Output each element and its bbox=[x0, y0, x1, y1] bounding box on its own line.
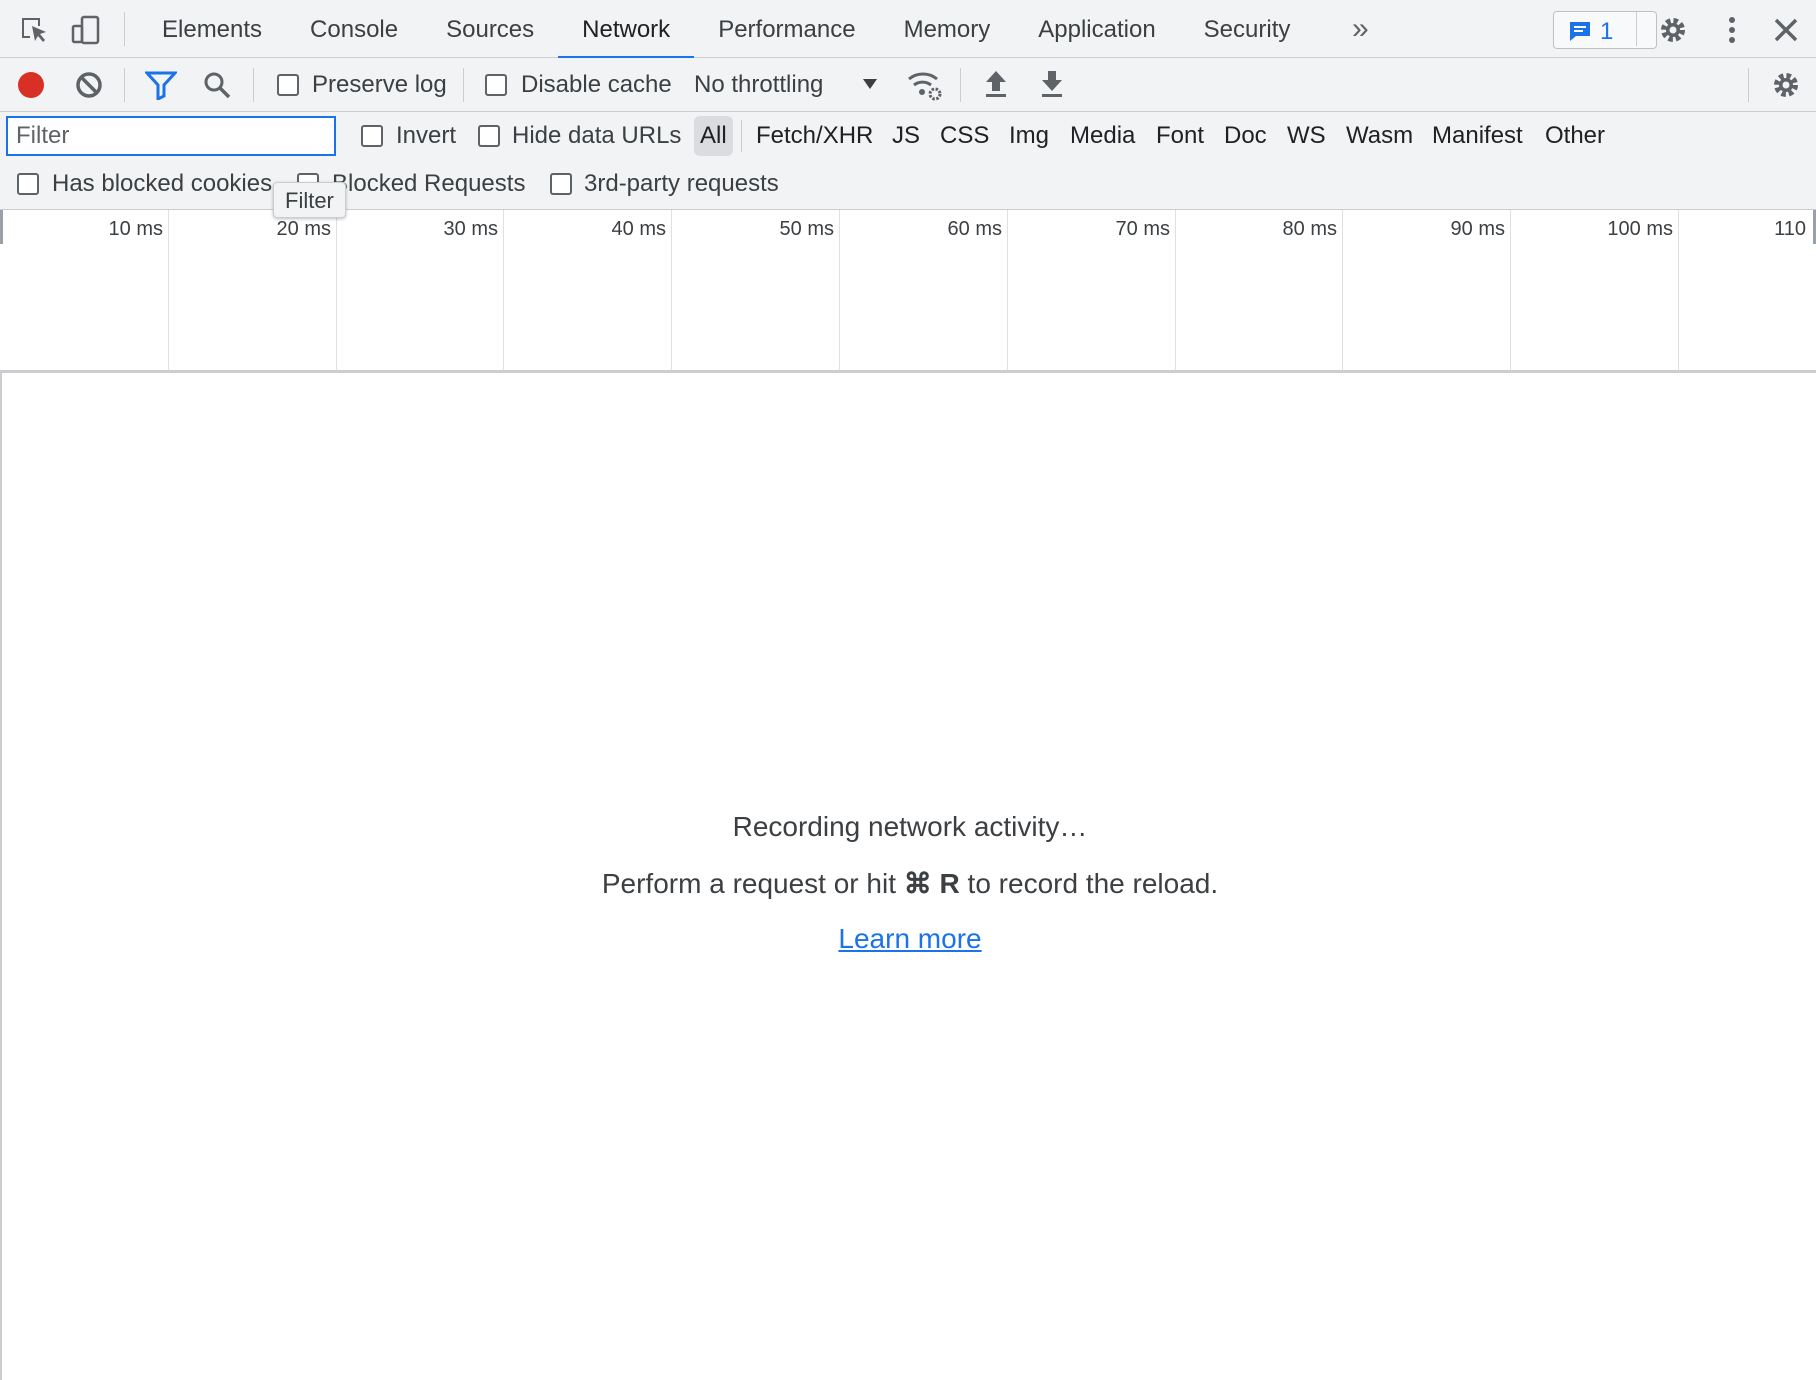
device-toolbar-icon[interactable] bbox=[70, 14, 102, 46]
export-har-download-icon[interactable] bbox=[1039, 69, 1065, 99]
type-filter-manifest[interactable]: Manifest bbox=[1426, 116, 1529, 156]
has-blocked-cookies-label: Has blocked cookies bbox=[52, 170, 273, 197]
timeline-grid-line bbox=[503, 210, 504, 370]
tab-elements[interactable]: Elements bbox=[138, 0, 286, 58]
timeline-grid-line bbox=[839, 210, 840, 370]
timeline-grid-line bbox=[671, 210, 672, 370]
settings-gear-icon[interactable] bbox=[1657, 14, 1689, 46]
tab-application[interactable]: Application bbox=[1014, 0, 1179, 58]
inspect-element-icon[interactable] bbox=[18, 14, 50, 46]
empty-state-hint: Perform a request or hit ⌘ R to record t… bbox=[2, 867, 1816, 900]
timeline-grid-line bbox=[1175, 210, 1176, 370]
timeline-grid-line bbox=[168, 210, 169, 370]
timeline-tick-label: 100 ms bbox=[1607, 218, 1673, 240]
preserve-log-label: Preserve log bbox=[312, 71, 447, 98]
timeline-tick-label: 60 ms bbox=[947, 218, 1002, 240]
timeline-grid-line bbox=[1510, 210, 1511, 370]
network-toolbar: Preserve log Disable cache No throttling bbox=[0, 58, 1816, 112]
third-party-requests-checkbox[interactable] bbox=[550, 173, 572, 195]
timeline-tick-label: 80 ms bbox=[1282, 218, 1337, 240]
divider bbox=[124, 12, 125, 46]
more-tabs-icon[interactable]: » bbox=[1352, 14, 1369, 44]
reload-shortcut: ⌘ R bbox=[903, 868, 960, 899]
timeline-tick-label: 40 ms bbox=[611, 218, 666, 240]
clear-icon[interactable] bbox=[74, 70, 104, 100]
timeline-tick-label: 30 ms bbox=[443, 218, 498, 240]
timeline-tick-label: 110 bbox=[1774, 218, 1806, 240]
issues-count: 1 bbox=[1600, 18, 1614, 45]
divider bbox=[741, 120, 742, 152]
issues-button[interactable]: 1 bbox=[1553, 11, 1657, 49]
devtools-tabbar: Elements Console Sources Network Perform… bbox=[0, 0, 1816, 59]
filter-input[interactable] bbox=[6, 116, 336, 156]
network-conditions-icon[interactable] bbox=[906, 68, 942, 102]
timeline-grid-line bbox=[1678, 210, 1679, 370]
invert-label: Invert bbox=[396, 122, 457, 149]
timeline-tick-label: 70 ms bbox=[1115, 218, 1170, 240]
type-filter-js[interactable]: JS bbox=[886, 116, 926, 156]
close-icon[interactable] bbox=[1770, 14, 1802, 46]
panel-tabs: Elements Console Sources Network Perform… bbox=[138, 0, 1315, 59]
hide-data-urls-checkbox[interactable] bbox=[478, 125, 500, 147]
tab-performance[interactable]: Performance bbox=[694, 0, 879, 58]
more-options-icon[interactable] bbox=[1716, 14, 1748, 46]
overview-left-handle[interactable] bbox=[0, 210, 3, 244]
divider bbox=[960, 68, 961, 102]
type-filter-fetch-xhr[interactable]: Fetch/XHR bbox=[750, 116, 879, 156]
throttling-select[interactable]: No throttling bbox=[694, 71, 823, 99]
record-icon[interactable] bbox=[16, 70, 46, 100]
type-filter-ws[interactable]: WS bbox=[1281, 116, 1332, 156]
timeline-overview[interactable]: 10 ms 20 ms 30 ms 40 ms 50 ms 60 ms 70 ms 80 ms… bbox=[0, 210, 1816, 373]
blocked-requests-label: Blocked Requests bbox=[332, 170, 526, 197]
timeline-tick-label: 20 ms bbox=[276, 218, 331, 240]
disable-cache-checkbox[interactable] bbox=[485, 74, 507, 96]
has-blocked-cookies-checkbox[interactable] bbox=[17, 173, 39, 195]
dropdown-arrow-icon[interactable] bbox=[862, 78, 878, 90]
type-filter-all[interactable]: All bbox=[694, 116, 733, 156]
timeline-grid-line bbox=[336, 210, 337, 370]
message-icon bbox=[1570, 22, 1590, 41]
search-icon[interactable] bbox=[202, 70, 232, 100]
timeline-tick-label: 50 ms bbox=[779, 218, 834, 240]
type-filter-other[interactable]: Other bbox=[1539, 116, 1611, 156]
tab-security[interactable]: Security bbox=[1180, 0, 1315, 58]
timeline-grid-line bbox=[1007, 210, 1008, 370]
type-filter-font[interactable]: Font bbox=[1150, 116, 1210, 156]
timeline-tick-label: 10 ms bbox=[108, 218, 163, 240]
hint-text-after: to record the reload. bbox=[959, 868, 1219, 899]
tab-sources[interactable]: Sources bbox=[422, 0, 558, 58]
network-settings-gear-icon[interactable] bbox=[1770, 69, 1802, 101]
type-filter-css[interactable]: CSS bbox=[934, 116, 995, 156]
divider bbox=[253, 68, 254, 102]
divider bbox=[463, 68, 464, 102]
disable-cache-label: Disable cache bbox=[521, 71, 672, 98]
divider bbox=[1636, 12, 1637, 46]
timeline-tick-label: 90 ms bbox=[1450, 218, 1505, 240]
type-filter-doc[interactable]: Doc bbox=[1218, 116, 1273, 156]
hint-text-before: Perform a request or hit bbox=[601, 868, 904, 899]
request-list-empty: Recording network activity… Perform a re… bbox=[0, 373, 1816, 1380]
divider bbox=[124, 68, 125, 102]
filter-icon[interactable] bbox=[145, 70, 177, 100]
type-filter-img[interactable]: Img bbox=[1003, 116, 1055, 156]
third-party-requests-label: 3rd-party requests bbox=[584, 170, 779, 197]
learn-more-link[interactable]: Learn more bbox=[838, 923, 981, 954]
tab-memory[interactable]: Memory bbox=[880, 0, 1015, 58]
preserve-log-checkbox[interactable] bbox=[277, 74, 299, 96]
invert-checkbox[interactable] bbox=[361, 125, 383, 147]
type-filter-wasm[interactable]: Wasm bbox=[1340, 116, 1419, 156]
tab-network[interactable]: Network bbox=[558, 0, 695, 59]
filter-tooltip: Filter bbox=[273, 182, 346, 218]
timeline-grid-line bbox=[1342, 210, 1343, 370]
divider bbox=[1748, 68, 1749, 102]
empty-state-title: Recording network activity… bbox=[732, 811, 1088, 842]
hide-data-urls-label: Hide data URLs bbox=[512, 122, 682, 149]
import-har-upload-icon[interactable] bbox=[983, 69, 1009, 99]
tab-console[interactable]: Console bbox=[286, 0, 422, 58]
type-filter-media[interactable]: Media bbox=[1064, 116, 1141, 156]
